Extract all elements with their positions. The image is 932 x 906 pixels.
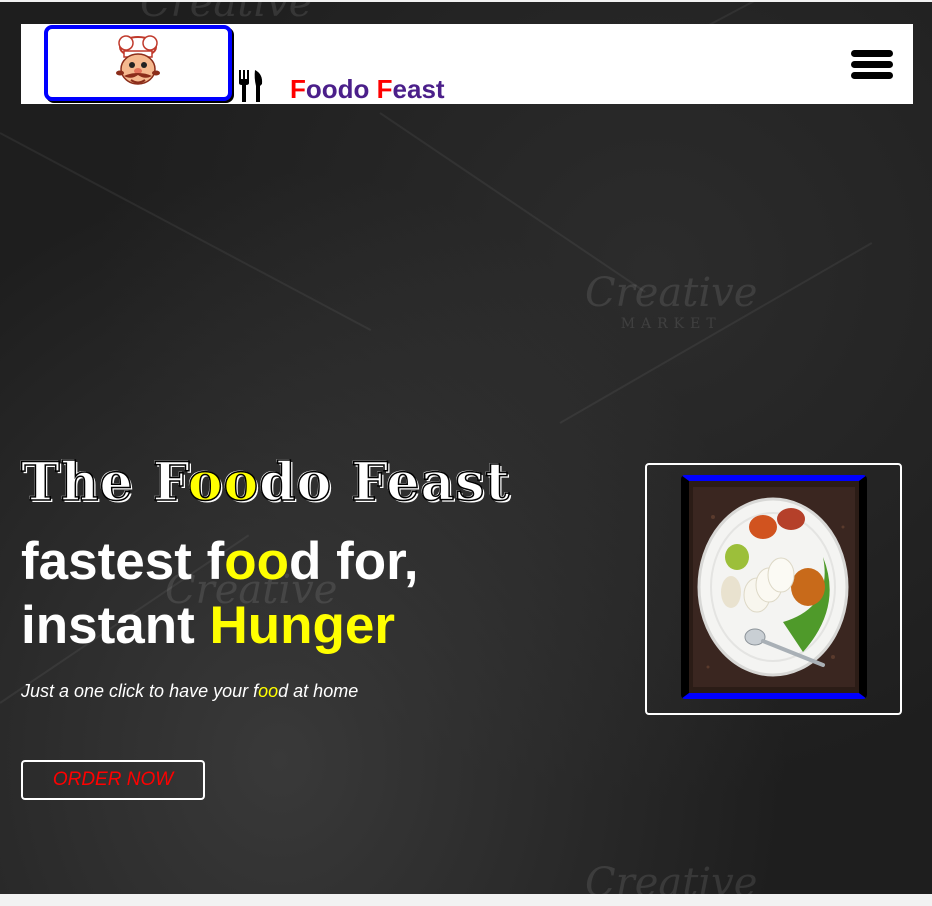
order-now-button[interactable]: ORDER NOW	[21, 760, 205, 800]
hero-headline: fastest food for, instant Hunger	[21, 530, 419, 658]
watermark: Creative	[140, 0, 313, 26]
dish-image-frame	[681, 475, 867, 699]
fork-knife-icon	[239, 70, 263, 102]
background-texture-line	[559, 242, 873, 424]
background-texture-line	[379, 112, 646, 293]
idli-plate-image	[693, 487, 855, 687]
hero-title: The Foodo Feast	[20, 451, 511, 514]
headline-line-1: fastest food for,	[21, 532, 419, 591]
headline-line-2: instant Hunger	[21, 596, 395, 655]
chef-mascot-icon	[116, 35, 160, 85]
top-navbar: Foodo Feast	[21, 24, 913, 104]
background-texture-line	[0, 132, 372, 332]
watermark: Creative	[585, 860, 758, 906]
logo-link[interactable]	[44, 25, 232, 101]
hero-tagline: Just a one click to have your food at ho…	[21, 681, 359, 701]
featured-dish-card	[645, 463, 902, 715]
brand-name: Foodo Feast	[290, 74, 445, 104]
hamburger-menu-icon[interactable]	[851, 50, 893, 80]
